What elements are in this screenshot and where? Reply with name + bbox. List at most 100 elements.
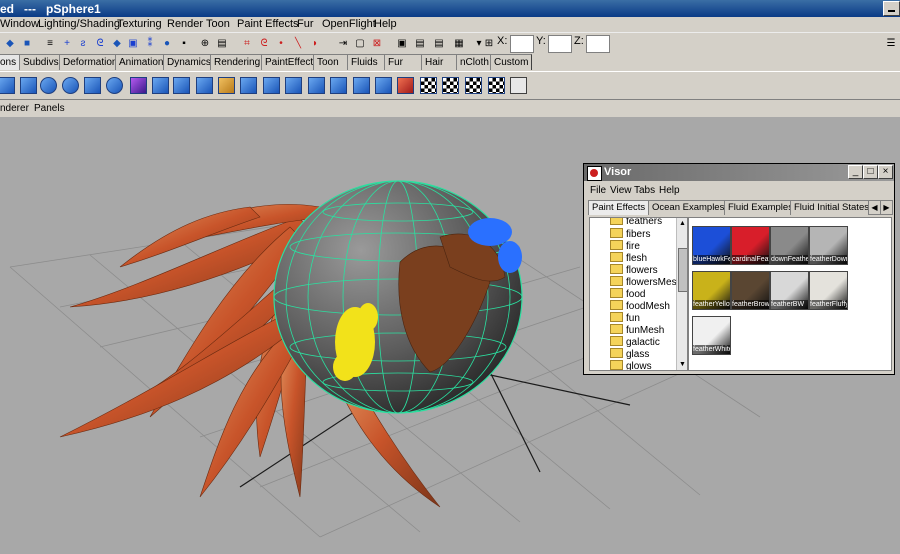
shelf-tab-deformation[interactable]: Deformation bbox=[59, 54, 118, 70]
visor-tab-paint-effects[interactable]: Paint Effects bbox=[588, 200, 650, 215]
snap-view-plane-icon[interactable]: ╲ bbox=[291, 37, 305, 51]
render-mask-icon[interactable]: ● bbox=[160, 37, 174, 51]
menu-paint-effects[interactable]: Paint Effects bbox=[237, 18, 299, 30]
shelf-tool-icon[interactable] bbox=[40, 77, 57, 94]
hypershade-icon[interactable]: ▦ bbox=[452, 37, 466, 51]
ipr-render-icon[interactable]: ▤ bbox=[413, 37, 427, 51]
brush-thumbnail[interactable]: cardinalFeather bbox=[731, 226, 770, 265]
misc-mask-icon[interactable]: ▪ bbox=[177, 37, 191, 51]
visor-maximize-button[interactable]: □ bbox=[863, 165, 878, 179]
brush-thumbnail[interactable]: featherBW bbox=[770, 271, 809, 310]
construction-history-icon[interactable]: ⊠ bbox=[370, 37, 384, 51]
folder-item[interactable]: feathers bbox=[610, 218, 662, 227]
shelf-tool-icon[interactable] bbox=[130, 77, 147, 94]
brush-thumbnail[interactable]: featherDown bbox=[809, 226, 848, 265]
shelf-tab-rendering[interactable]: Rendering bbox=[210, 54, 264, 70]
minimize-button[interactable] bbox=[883, 1, 900, 16]
visor-menu-view[interactable]: View bbox=[610, 185, 632, 196]
deformer-mask-icon[interactable]: ▣ bbox=[126, 37, 140, 51]
visor-menu-tabs[interactable]: Tabs bbox=[634, 185, 655, 196]
brush-thumbnail[interactable]: blueHawkFeather bbox=[692, 226, 731, 265]
shelf-tab-dynamics[interactable]: Dynamics bbox=[163, 54, 213, 70]
panel-menu-panels[interactable]: Panels bbox=[34, 103, 65, 114]
visor-tab-fluid-initial-states[interactable]: Fluid Initial States bbox=[790, 200, 872, 215]
shelf-tool-icon[interactable] bbox=[353, 77, 370, 94]
folder-item[interactable]: flowers bbox=[610, 264, 658, 276]
make-live-icon[interactable]: ◗ bbox=[308, 37, 322, 51]
menu-fur[interactable]: Fur bbox=[297, 18, 314, 30]
visor-menu-help[interactable]: Help bbox=[659, 185, 680, 196]
shelf-tool-icon[interactable] bbox=[488, 77, 505, 94]
menu-toon[interactable]: Toon bbox=[206, 18, 230, 30]
shelf-tab-painteffects[interactable]: PaintEffects bbox=[261, 54, 318, 70]
output-connections-icon[interactable]: ▢ bbox=[353, 37, 367, 51]
folder-item[interactable]: foodMesh bbox=[610, 300, 670, 312]
menu-window[interactable]: Window bbox=[0, 18, 39, 30]
folder-item[interactable]: galactic bbox=[610, 336, 660, 348]
shelf-tool-icon[interactable] bbox=[465, 77, 482, 94]
shelf-tab-ons[interactable]: ons bbox=[0, 54, 20, 70]
shelf-tool-icon[interactable] bbox=[106, 77, 123, 94]
menu-lighting-shading[interactable]: Lighting/Shading bbox=[38, 18, 120, 30]
shelf-tool-icon[interactable] bbox=[263, 77, 280, 94]
folder-item[interactable]: flesh bbox=[610, 252, 647, 264]
snap-point-icon[interactable]: • bbox=[274, 37, 288, 51]
select-by-hierarchy-icon[interactable]: ◆ bbox=[3, 37, 17, 51]
shelf-tool-icon[interactable] bbox=[218, 77, 235, 94]
shelf-tool-icon[interactable] bbox=[20, 77, 37, 94]
input-connections-icon[interactable]: ⇥ bbox=[336, 37, 350, 51]
shelf-tool-icon[interactable] bbox=[308, 77, 325, 94]
shelf-tab-ncloth[interactable]: nCloth bbox=[456, 54, 493, 70]
shelf-tab-hair[interactable]: Hair bbox=[421, 54, 459, 70]
highlight-selection-icon[interactable]: ▤ bbox=[215, 37, 229, 51]
select-by-object-icon[interactable]: ■ bbox=[20, 37, 34, 51]
folder-item[interactable]: flowersMesh bbox=[610, 276, 682, 288]
shelf-tool-icon[interactable] bbox=[375, 77, 392, 94]
scroll-up-icon[interactable]: ▲ bbox=[677, 218, 687, 229]
menu-help[interactable]: Help bbox=[374, 18, 397, 30]
folder-item[interactable]: funMesh bbox=[610, 324, 664, 336]
visor-menu-file[interactable]: File bbox=[590, 185, 606, 196]
absolute-transform-icon[interactable]: ⊞ bbox=[482, 37, 496, 51]
folder-item[interactable]: glows bbox=[610, 360, 652, 370]
folder-tree-scrollbar[interactable]: ▲ ▼ bbox=[676, 218, 687, 370]
x-field[interactable] bbox=[510, 35, 534, 53]
visor-title-bar[interactable]: Visor _ □ × bbox=[584, 164, 894, 181]
tab-scroll-right-icon[interactable]: ▶ bbox=[880, 200, 893, 215]
shelf-tool-icon[interactable] bbox=[397, 77, 414, 94]
brush-thumbnail[interactable]: featherWhite bbox=[692, 316, 731, 355]
z-field[interactable] bbox=[586, 35, 610, 53]
folder-item[interactable]: fibers bbox=[610, 228, 650, 240]
shelf-tool-icon[interactable] bbox=[173, 77, 190, 94]
folder-item[interactable]: fire bbox=[610, 240, 640, 252]
curve-mask-icon[interactable]: ᘓ bbox=[93, 37, 107, 51]
shelf-tab-toon[interactable]: Toon bbox=[313, 54, 350, 70]
surface-mask-icon[interactable]: ◆ bbox=[110, 37, 124, 51]
snap-curve-icon[interactable]: ᘓ bbox=[257, 37, 271, 51]
shelf-tool-icon[interactable] bbox=[152, 77, 169, 94]
menu-openflight[interactable]: OpenFlight bbox=[322, 18, 376, 30]
brush-thumbnail[interactable]: featherYellow bbox=[692, 271, 731, 310]
vertex-mask-icon[interactable]: + bbox=[60, 37, 74, 51]
snap-grid-icon[interactable]: ⌗ bbox=[240, 37, 254, 51]
edge-mask-icon[interactable]: ƨ bbox=[76, 37, 90, 51]
folder-item[interactable]: fun bbox=[610, 312, 640, 324]
menu-render[interactable]: Render bbox=[167, 18, 203, 30]
attribute-editor-icon[interactable]: ☰ bbox=[884, 37, 898, 51]
shelf-tool-icon[interactable] bbox=[0, 77, 15, 94]
y-field[interactable] bbox=[548, 35, 572, 53]
shelf-tab-fluids[interactable]: Fluids bbox=[347, 54, 387, 70]
shelf-tool-icon[interactable] bbox=[196, 77, 213, 94]
folder-item[interactable]: food bbox=[610, 288, 645, 300]
shelf-tab-custom[interactable]: Custom bbox=[490, 54, 532, 70]
shelf-tool-icon[interactable] bbox=[62, 77, 79, 94]
shelf-tool-icon[interactable] bbox=[510, 77, 527, 94]
shelf-tab-subdivs[interactable]: Subdivs bbox=[19, 54, 62, 70]
shelf-tab-animation[interactable]: Animation bbox=[115, 54, 166, 70]
select-by-component-icon[interactable]: ≡ bbox=[43, 37, 57, 51]
menu-texturing[interactable]: Texturing bbox=[117, 18, 162, 30]
lock-selection-icon[interactable]: ⊕ bbox=[198, 37, 212, 51]
shelf-tool-icon[interactable] bbox=[285, 77, 302, 94]
brush-thumbnail[interactable]: featherFluffy bbox=[809, 271, 848, 310]
shelf-tool-icon[interactable] bbox=[420, 77, 437, 94]
